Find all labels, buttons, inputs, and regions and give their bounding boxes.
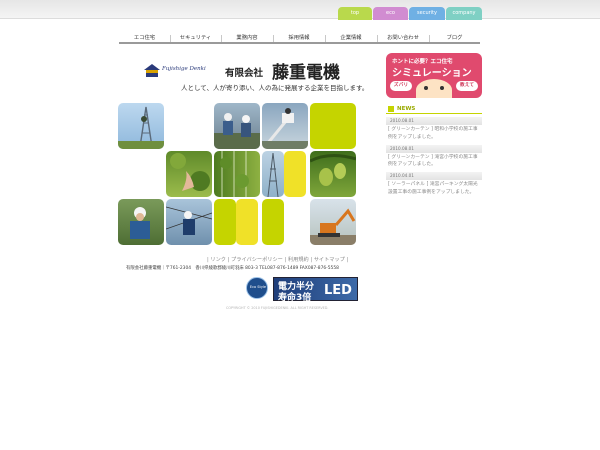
- photo-tile-green-curtain: [214, 151, 260, 197]
- footer-link-privacy[interactable]: プライバシーポリシー: [231, 257, 283, 263]
- logo-script: Fujishige Denki: [162, 66, 206, 72]
- bubble-left-label: ズバリ: [393, 83, 409, 88]
- nav-company-label: 企業情報: [340, 35, 362, 41]
- photo-tile-excavator: [310, 199, 356, 245]
- tab-top[interactable]: top: [338, 7, 372, 20]
- nav-services-label: 業務内容: [236, 35, 258, 41]
- nav-security-label: セキュリティ: [179, 35, 212, 41]
- news-item[interactable]: [ グリーンカーテン ] 昭和小学校の施工事例をアップしました。: [386, 125, 482, 142]
- nav-eco-house[interactable]: エコ住宅: [119, 33, 170, 44]
- footer-link-terms[interactable]: 利用規約: [288, 257, 309, 263]
- nav-recruit[interactable]: 採用情報: [273, 33, 325, 44]
- company-logo[interactable]: Fujishige Denki 有限会社 藤重電機: [144, 60, 364, 83]
- led-text: LED: [324, 283, 352, 298]
- news-date: 2010.04.01: [386, 172, 482, 181]
- nav-security[interactable]: セキュリティ: [170, 33, 221, 44]
- photo-tile-plant: [166, 151, 212, 197]
- tagline: 人として、人が寄り添い、人の為に発展する企業を目指します。: [181, 84, 369, 92]
- news-heading: NEWS: [386, 105, 482, 114]
- tab-company-label: company: [452, 10, 476, 16]
- nav-blog-label: ブログ: [446, 35, 463, 41]
- bubble-right-label: 教えて: [459, 83, 475, 88]
- photo-tile-worker-helmet: [118, 199, 164, 245]
- color-tile-lime-1: [310, 103, 356, 149]
- top-bar: top eco security company: [0, 0, 600, 20]
- news-date: 2010.08.01: [386, 117, 482, 125]
- banner-face-icon: [416, 79, 452, 98]
- news-heading-label: NEWS: [397, 106, 416, 112]
- news-section: NEWS 2010.08.01 [ グリーンカーテン ] 昭和小学校の施工事例を…: [386, 105, 482, 197]
- photo-tile-fruit: [310, 151, 356, 197]
- photo-tile-pylon: [262, 151, 284, 197]
- nav-blog[interactable]: ブログ: [429, 33, 480, 44]
- company-name: 藤重電機: [272, 63, 340, 83]
- photo-tile-tower: [118, 103, 164, 149]
- nav-services[interactable]: 業務内容: [221, 33, 273, 44]
- news-item[interactable]: [ グリーンカーテン ] 滝宮小学校の施工事例をアップしました。: [386, 153, 482, 170]
- bubble-left: ズバリ: [390, 81, 412, 91]
- eco-style-label: Eco Style: [249, 285, 267, 289]
- nav-eco-house-label: エコ住宅: [133, 35, 156, 41]
- photo-tile-bucket-truck: [262, 103, 308, 149]
- color-tile-yellow-1: [284, 151, 306, 197]
- simulation-banner[interactable]: ホントに必要？エコ住宅 シミュレーション ズバリ 教えて: [386, 53, 482, 98]
- color-tile-lime-2: [214, 199, 236, 245]
- tab-security-label: security: [417, 10, 437, 16]
- led-banner[interactable]: 電力半分 寿命3倍 LED: [273, 277, 358, 303]
- news-date: 2010.08.01: [386, 144, 482, 153]
- color-tile-lime-3: [262, 199, 284, 245]
- tab-top-label: top: [350, 10, 360, 16]
- nav-contact-label: お問い合わせ: [387, 35, 419, 41]
- led-line2: 寿命3倍: [278, 293, 312, 303]
- company-type: 有限会社: [225, 68, 264, 79]
- photo-tile-workers: [214, 103, 260, 149]
- news-item[interactable]: [ ソーラーパネル ] 滝宮パーキング太陽光設置工事の施工事例をアップしました。: [386, 180, 482, 197]
- news-icon: [388, 106, 394, 112]
- nav-recruit-label: 採用情報: [288, 35, 310, 41]
- eco-style-badge[interactable]: Eco Style: [246, 277, 268, 299]
- footer-links: | リンク | プライバシーポリシー | 利用規約 | サイトマップ |: [207, 257, 349, 263]
- tab-eco[interactable]: eco: [373, 7, 408, 20]
- footer-address: 有限会社藤重電機｜〒761-2304 香川県綾歌郡綾川町羽床 803-3 TEL…: [126, 266, 339, 271]
- tab-security[interactable]: security: [409, 7, 445, 20]
- copyright: COPYRIGHT © 2010 FUJISHIGEDENKI. ALL RIG…: [226, 306, 329, 310]
- bubble-right: 教えて: [456, 81, 478, 91]
- color-tile-yellow-2: [236, 199, 258, 245]
- nav-company[interactable]: 企業情報: [325, 33, 377, 44]
- tab-eco-label: eco: [386, 10, 395, 16]
- footer-link-sitemap[interactable]: サイトマップ: [314, 257, 345, 263]
- banner-main: シミュレーション: [392, 68, 472, 79]
- logo-mark-icon: [144, 64, 160, 77]
- nav-contact[interactable]: お問い合わせ: [377, 33, 429, 44]
- photo-tile-lineman: [166, 199, 212, 245]
- tab-company[interactable]: company: [446, 7, 482, 20]
- footer-link-links[interactable]: リンク: [210, 257, 226, 263]
